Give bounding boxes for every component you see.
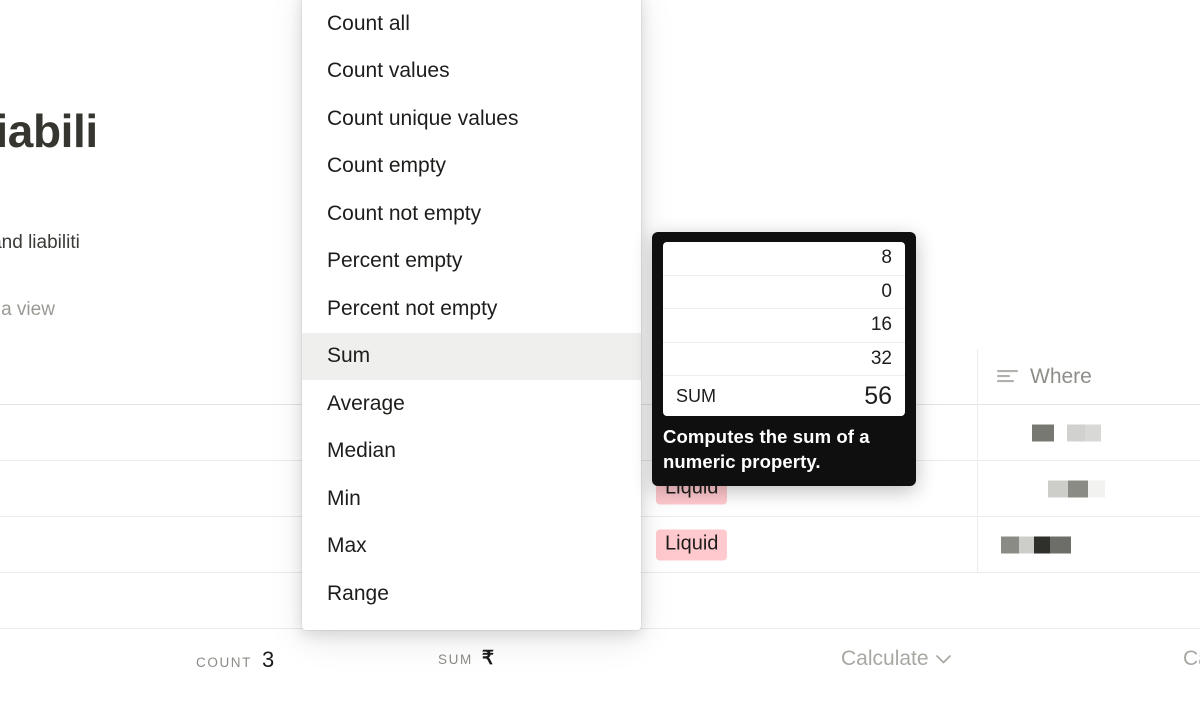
aggregation-menu: Count allCount valuesCount unique values…	[302, 0, 641, 630]
column-header-label: Where	[1030, 365, 1092, 389]
tooltip-preview-row: 32	[663, 343, 905, 377]
column-divider	[977, 517, 978, 573]
menu-item-count-not-empty[interactable]: Count not empty	[302, 190, 641, 238]
column-divider	[977, 405, 978, 461]
menu-item-average[interactable]: Average	[302, 380, 641, 428]
add-view-button[interactable]: Add a view	[0, 299, 55, 321]
page-title: ts & Liabili	[0, 104, 98, 158]
rupee-icon: ₹	[482, 647, 494, 670]
column-divider	[977, 349, 978, 405]
calculate-label: Calculate	[841, 647, 929, 671]
tooltip-summary-row: SUM 56	[663, 376, 905, 416]
menu-item-median[interactable]: Median	[302, 428, 641, 476]
menu-item-percent-empty[interactable]: Percent empty	[302, 238, 641, 286]
sum-label: SUM	[438, 652, 473, 667]
menu-item-sum[interactable]: Sum	[302, 333, 641, 381]
menu-item-range[interactable]: Range	[302, 570, 641, 618]
sum-tooltip: 8 0 16 32 SUM 56 Computes the sum of a n…	[652, 232, 916, 486]
column-header-where[interactable]: Where	[997, 365, 1092, 389]
calculate-dropdown-next[interactable]: Ca	[1183, 647, 1200, 671]
menu-item-percent-not-empty[interactable]: Percent not empty	[302, 285, 641, 333]
tooltip-preview-row: 0	[663, 276, 905, 310]
tooltip-row-value: 32	[871, 348, 892, 370]
aggregation-menu-list: Count allCount valuesCount unique values…	[302, 0, 641, 618]
redacted-content	[1001, 536, 1071, 553]
footer-count[interactable]: COUNT 3	[196, 647, 274, 673]
page-description: urrent assets and liabiliti	[0, 232, 80, 254]
calculate-dropdown[interactable]: Calculate	[841, 647, 951, 671]
tooltip-row-value: 8	[881, 247, 892, 269]
text-align-icon	[997, 369, 1019, 385]
redacted-content	[1048, 480, 1105, 497]
menu-item-count-values[interactable]: Count values	[302, 48, 641, 96]
tooltip-preview-row: 16	[663, 309, 905, 343]
tooltip-summary-value: 56	[864, 382, 892, 411]
menu-item-max[interactable]: Max	[302, 523, 641, 571]
status-badge: Liquid	[656, 529, 727, 560]
tooltip-row-value: 0	[881, 281, 892, 303]
tooltip-description: Computes the sum of a numeric property.	[663, 425, 905, 474]
aggregation-footer: COUNT 3 SUM ₹ Calculate Ca	[0, 631, 1200, 716]
menu-item-count-empty[interactable]: Count empty	[302, 143, 641, 191]
chevron-down-icon	[936, 655, 951, 664]
menu-item-count-unique-values[interactable]: Count unique values	[302, 95, 641, 143]
footer-sum[interactable]: SUM ₹	[438, 647, 494, 670]
column-divider	[977, 461, 978, 517]
tooltip-row-value: 16	[871, 314, 892, 336]
tooltip-summary-label: SUM	[676, 386, 716, 407]
count-value: 3	[262, 647, 274, 673]
app-screen: ts & Liabili urrent assets and liabiliti…	[0, 0, 1200, 716]
menu-item-count-all[interactable]: Count all	[302, 0, 641, 48]
redacted-content	[1032, 424, 1101, 441]
tooltip-preview-row: 8	[663, 242, 905, 276]
count-label: COUNT	[196, 655, 252, 670]
tooltip-preview-table: 8 0 16 32 SUM 56	[663, 242, 905, 416]
menu-item-min[interactable]: Min	[302, 475, 641, 523]
